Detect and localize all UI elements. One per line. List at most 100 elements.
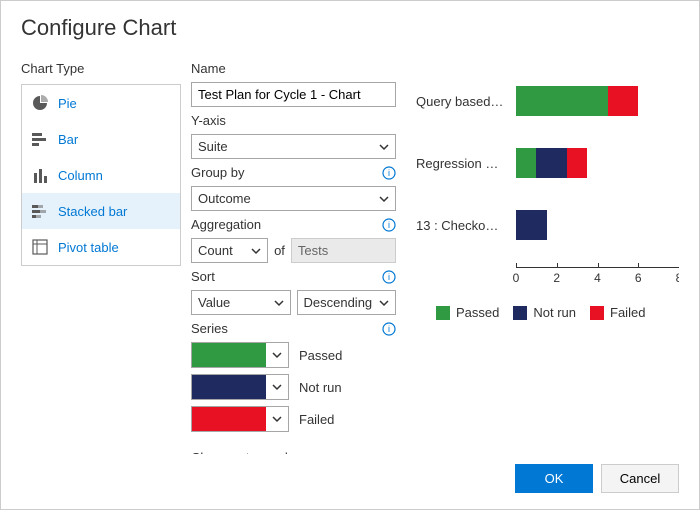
legend-item: Passed	[436, 305, 499, 320]
legend-label: Passed	[456, 305, 499, 320]
tick-label: 2	[553, 271, 560, 285]
series-item: Not run	[191, 374, 396, 400]
chevron-down-icon	[379, 298, 389, 308]
bar-segment	[608, 86, 639, 116]
legend-item: Failed	[590, 305, 645, 320]
color-swatch	[192, 407, 266, 431]
column-icon	[32, 167, 48, 183]
name-input[interactable]	[191, 82, 396, 107]
configure-chart-dialog: Configure Chart Chart Type Pie Bar	[1, 1, 699, 509]
pie-icon	[32, 95, 48, 111]
bar-container	[516, 148, 679, 178]
svg-text:i: i	[388, 324, 390, 334]
series-name: Failed	[299, 412, 334, 427]
legend-swatch	[513, 306, 527, 320]
aggregation-select[interactable]: Count	[191, 238, 268, 263]
series-color-select[interactable]	[191, 406, 289, 432]
chevron-down-icon	[274, 298, 284, 308]
aggregation-label: Aggregation	[191, 217, 261, 232]
yaxis-select[interactable]: Suite	[191, 134, 396, 159]
info-icon[interactable]: i	[382, 218, 396, 232]
tick-label: 4	[594, 271, 601, 285]
bar-segment	[536, 148, 567, 178]
bar-segment	[516, 210, 547, 240]
chart-legend: Passed Not run Failed	[436, 305, 679, 320]
series-color-select[interactable]	[191, 374, 289, 400]
bar-segment	[516, 86, 608, 116]
yaxis-value: Suite	[198, 139, 228, 154]
yaxis-label: Y-axis	[191, 113, 396, 128]
tick-label: 8	[676, 271, 679, 285]
series-label: Series	[191, 321, 228, 336]
settings-form: Name Y-axis Suite Group by i Outcome Agg…	[191, 61, 396, 454]
legend-label: Failed	[610, 305, 645, 320]
legend-swatch	[436, 306, 450, 320]
name-label: Name	[191, 61, 396, 76]
chevron-down-icon	[266, 382, 288, 392]
chart-type-label: Column	[58, 168, 103, 183]
stacked-bar-icon	[32, 203, 48, 219]
bar-category-label: Query based…	[416, 94, 516, 109]
tick-label: 6	[635, 271, 642, 285]
legend-label: Not run	[533, 305, 576, 320]
sort-by-select[interactable]: Value	[191, 290, 291, 315]
chart-type-sidebar: Chart Type Pie Bar	[21, 61, 181, 454]
bar-category-label: Regression …	[416, 156, 516, 171]
chevron-down-icon	[251, 246, 261, 256]
chart-type-label: Stacked bar	[58, 204, 127, 219]
chevron-down-icon	[266, 350, 288, 360]
svg-text:i: i	[388, 272, 390, 282]
svg-text:i: i	[388, 220, 390, 230]
series-item: Failed	[191, 406, 396, 432]
bar-row: Query based…	[416, 81, 679, 121]
ok-button[interactable]: OK	[515, 464, 593, 493]
groupby-select[interactable]: Outcome	[191, 186, 396, 211]
series-list: Passed Not run Failed	[191, 342, 396, 438]
cancel-button[interactable]: Cancel	[601, 464, 679, 493]
svg-text:i: i	[388, 168, 390, 178]
sidebar-title: Chart Type	[21, 61, 181, 76]
chart-type-label: Pie	[58, 96, 77, 111]
pivot-table-icon	[32, 239, 48, 255]
info-icon[interactable]: i	[382, 322, 396, 336]
sort-dir-value: Descending	[304, 295, 373, 310]
chart-type-pie[interactable]: Pie	[22, 85, 180, 121]
legend-swatch	[590, 306, 604, 320]
series-item: Passed	[191, 342, 396, 368]
groupby-label: Group by	[191, 165, 244, 180]
series-color-select[interactable]	[191, 342, 289, 368]
legend-item: Not run	[513, 305, 576, 320]
info-icon[interactable]: i	[382, 166, 396, 180]
info-icon[interactable]: i	[382, 270, 396, 284]
chart-type-bar[interactable]: Bar	[22, 121, 180, 157]
series-name: Passed	[299, 348, 342, 363]
aggregation-of-label: of	[274, 243, 285, 258]
groupby-value: Outcome	[198, 191, 251, 206]
sort-dir-select[interactable]: Descending	[297, 290, 397, 315]
bar-icon	[32, 131, 48, 147]
color-swatch	[192, 343, 266, 367]
aggregation-field-readonly: Tests	[291, 238, 396, 263]
bar-container	[516, 86, 679, 116]
chart-type-label: Bar	[58, 132, 78, 147]
chart-type-list: Pie Bar Column	[21, 84, 181, 266]
x-axis: 0 2 4 6 8	[516, 267, 679, 287]
chevron-down-icon	[266, 414, 288, 424]
sort-by-value: Value	[198, 295, 230, 310]
aggregation-value: Count	[198, 243, 233, 258]
chart-type-stacked-bar[interactable]: Stacked bar	[22, 193, 180, 229]
bar-container	[516, 210, 679, 240]
bar-segment	[567, 148, 587, 178]
chevron-down-icon	[379, 194, 389, 204]
series-name: Not run	[299, 380, 342, 395]
chart-type-pivot-table[interactable]: Pivot table	[22, 229, 180, 265]
sort-label: Sort	[191, 269, 215, 284]
chevron-down-icon	[379, 142, 389, 152]
bar-segment	[516, 148, 536, 178]
main-content: Chart Type Pie Bar	[21, 61, 679, 454]
dialog-title: Configure Chart	[21, 15, 679, 41]
tick-label: 0	[513, 271, 520, 285]
bar-row: Regression …	[416, 143, 679, 183]
dialog-footer: OK Cancel	[21, 454, 679, 493]
chart-type-column[interactable]: Column	[22, 157, 180, 193]
